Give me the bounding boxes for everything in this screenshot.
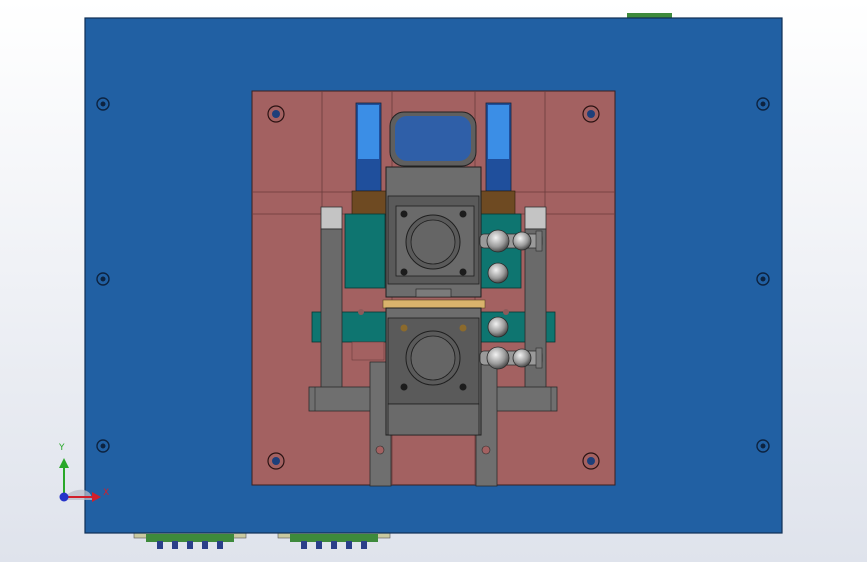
- slider-blue-right[interactable]: [485, 102, 512, 192]
- gray-arm-left[interactable]: [320, 206, 343, 390]
- cad-viewport[interactable]: Y X: [0, 0, 867, 562]
- teal-block-upper-left[interactable]: [344, 213, 386, 289]
- brown-block-left[interactable]: [351, 190, 387, 216]
- slider-blue-left[interactable]: [355, 102, 382, 192]
- top-window[interactable]: [389, 111, 477, 167]
- mold-assembly-drawing[interactable]: [0, 0, 867, 562]
- pneumatic-fitting-icon[interactable]: [487, 262, 509, 284]
- parting-strip: [382, 299, 486, 309]
- pneumatic-fitting-icon[interactable]: [487, 316, 509, 338]
- brown-block-right[interactable]: [480, 190, 516, 216]
- triad-x-label: X: [103, 488, 110, 498]
- insert-block-lower[interactable]: [385, 307, 482, 436]
- triad-y-label: Y: [59, 443, 65, 453]
- insert-block-upper[interactable]: [385, 166, 482, 298]
